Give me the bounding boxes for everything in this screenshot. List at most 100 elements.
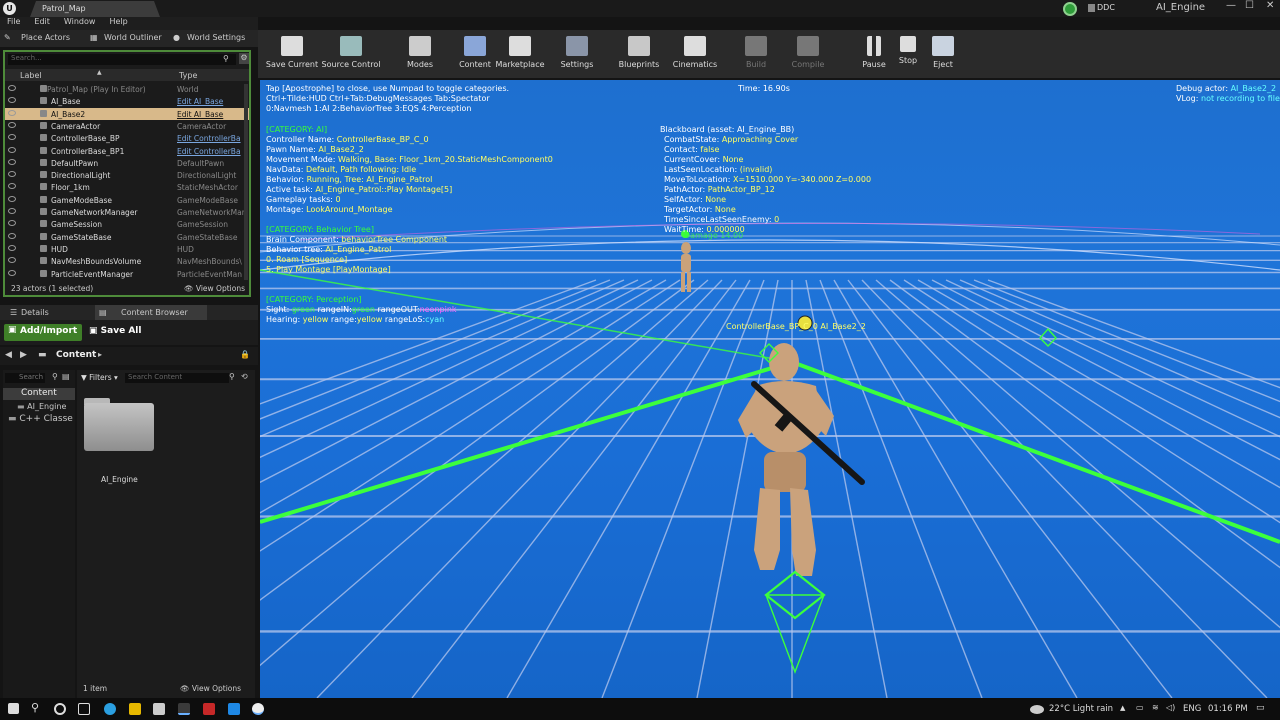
tab-content-browser[interactable]: ▤ Content Browser <box>95 305 207 320</box>
row-type[interactable]: Edit ControllerBa <box>177 147 245 156</box>
game-viewport[interactable]: Tap [Apostrophe] to close, use Numpad to… <box>260 80 1280 698</box>
terminal-icon[interactable] <box>178 703 190 715</box>
wifi-icon[interactable]: ≋ <box>1152 703 1159 712</box>
cb-view-options-button[interactable]: 👁 View Options <box>180 684 241 693</box>
visibility-eye-icon[interactable] <box>8 134 16 141</box>
outliner-row[interactable]: ControllerBase_BP1 Edit ControllerBa <box>5 145 249 157</box>
edge-icon[interactable] <box>104 703 116 715</box>
outliner-row[interactable]: GameNetworkManager GameNetworkMan <box>5 206 249 218</box>
tree-search-input[interactable]: Search <box>5 373 45 383</box>
save-all-button[interactable]: ▣ Save All <box>89 326 141 336</box>
tree-item-cpp-classes[interactable]: ▬ C++ Classe <box>8 414 73 424</box>
app-blue-icon[interactable] <box>228 703 240 715</box>
visibility-eye-icon[interactable] <box>8 220 16 227</box>
visibility-eye-icon[interactable] <box>8 146 16 153</box>
level-tab[interactable]: Patrol_Map <box>30 1 160 17</box>
visibility-eye-icon[interactable] <box>8 158 16 165</box>
unreal-taskbar-icon[interactable] <box>252 703 264 715</box>
tray-arrow-icon[interactable]: ▲ <box>1120 704 1125 712</box>
network-icon[interactable]: ▭ <box>1136 703 1144 712</box>
menu-edit[interactable]: Edit <box>34 17 50 26</box>
unreal-logo-icon[interactable]: U <box>3 2 16 15</box>
toolbar-source-control-button[interactable]: Source Control <box>316 33 386 77</box>
outliner-settings-icon[interactable]: ⚙ <box>239 53 249 64</box>
row-type[interactable]: Edit ControllerBa <box>177 134 245 143</box>
toolbar-blueprints-button[interactable]: Blueprints <box>612 33 666 77</box>
outliner-row[interactable]: GameSession GameSession <box>5 218 249 230</box>
cortana-icon[interactable] <box>54 703 66 715</box>
toolbar-build-button[interactable]: Build <box>738 33 774 77</box>
outliner-row[interactable]: GameModeBase GameModeBase <box>5 194 249 206</box>
windows-start-icon[interactable] <box>8 703 19 714</box>
close-button[interactable]: ✕ <box>1266 0 1274 11</box>
toolbar-pause-button[interactable]: Pause <box>854 33 894 77</box>
visibility-eye-icon[interactable] <box>8 121 16 128</box>
folder-thumbnail[interactable] <box>84 403 154 451</box>
outliner-row[interactable]: Patrol_Map (Play In Editor) World <box>5 83 249 95</box>
toolbar-marketplace-button[interactable]: Marketplace <box>492 33 548 77</box>
visibility-eye-icon[interactable] <box>8 257 16 264</box>
visibility-eye-icon[interactable] <box>8 244 16 251</box>
outliner-row[interactable]: ParticleEventManager ParticleEventMan <box>5 268 249 280</box>
tab-world-outliner[interactable]: World Outliner <box>104 33 162 42</box>
col-label-header[interactable]: Label <box>20 71 42 80</box>
lock-icon[interactable]: 🔒 <box>240 350 250 359</box>
menu-file[interactable]: File <box>7 17 20 26</box>
path-chevron-icon[interactable]: ▸ <box>98 350 102 359</box>
row-type[interactable]: Edit AI_Base <box>177 97 245 106</box>
store-icon[interactable] <box>153 703 165 715</box>
menu-help[interactable]: Help <box>109 17 127 26</box>
menu-window[interactable]: Window <box>64 17 96 26</box>
visibility-eye-icon[interactable] <box>8 109 16 116</box>
file-explorer-icon[interactable] <box>129 703 141 715</box>
outliner-row[interactable]: DefaultPawn DefaultPawn <box>5 157 249 169</box>
weather-text[interactable]: 22°C Light rain <box>1049 704 1113 714</box>
outliner-view-options-button[interactable]: 👁 View Options <box>184 284 245 293</box>
visibility-eye-icon[interactable] <box>8 85 16 91</box>
tree-item-content[interactable]: Content <box>3 388 75 400</box>
outliner-row[interactable]: AI_Base Edit AI_Base <box>5 95 249 107</box>
visibility-eye-icon[interactable] <box>8 232 16 239</box>
toolbar-settings-button[interactable]: Settings <box>552 33 602 77</box>
toolbar-save-current-button[interactable]: Save Current <box>262 33 322 77</box>
visibility-eye-icon[interactable] <box>8 269 16 276</box>
language-indicator[interactable]: ENG <box>1183 704 1201 714</box>
outliner-row[interactable]: GameStateBase GameStateBase <box>5 231 249 243</box>
outliner-scrollbar[interactable] <box>244 84 248 280</box>
outliner-row[interactable]: Floor_1km StaticMeshActor <box>5 181 249 193</box>
visibility-eye-icon[interactable] <box>8 208 16 214</box>
toolbar-eject-button[interactable]: Eject <box>924 33 962 77</box>
filters-button[interactable]: ▼ Filters ▾ <box>81 373 118 382</box>
app-red-icon[interactable] <box>203 703 215 715</box>
toolbar-stop-button[interactable]: Stop <box>890 33 926 77</box>
source-control-status-icon[interactable] <box>1063 2 1077 16</box>
outliner-row[interactable]: ControllerBase_BP Edit ControllerBa <box>5 132 249 144</box>
tab-details[interactable]: Details <box>21 308 49 317</box>
minimize-button[interactable]: — <box>1226 0 1236 11</box>
visibility-eye-icon[interactable] <box>8 183 16 190</box>
col-type-header[interactable]: Type <box>179 71 197 80</box>
list-icon[interactable]: ▤ <box>62 372 70 381</box>
visibility-eye-icon[interactable] <box>8 171 16 178</box>
maximize-button[interactable]: ☐ <box>1245 0 1254 11</box>
outliner-row[interactable]: DirectionalLight DirectionalLight <box>5 169 249 181</box>
outliner-row[interactable]: HUD HUD <box>5 243 249 255</box>
path-content[interactable]: Content <box>56 350 96 360</box>
tab-world-settings[interactable]: World Settings <box>187 33 245 42</box>
visibility-eye-icon[interactable] <box>8 97 16 104</box>
forward-arrow-icon[interactable]: ▶ <box>20 350 27 360</box>
toolbar-cinematics-button[interactable]: Cinematics <box>668 33 722 77</box>
history-icon[interactable]: ⟲ <box>241 372 248 381</box>
task-view-icon[interactable] <box>78 703 90 715</box>
toolbar-compile-button[interactable]: Compile <box>786 33 830 77</box>
outliner-search-input[interactable]: Search... <box>8 54 236 65</box>
tree-item-ai-engine[interactable]: ▬ AI_Engine <box>17 402 66 411</box>
outliner-row[interactable]: CameraActor CameraActor <box>5 120 249 132</box>
outliner-row[interactable]: NavMeshBoundsVolume NavMeshBounds\ <box>5 255 249 267</box>
row-type[interactable]: Edit AI_Base <box>177 110 245 119</box>
toolbar-modes-button[interactable]: Modes <box>398 33 442 77</box>
visibility-eye-icon[interactable] <box>8 195 16 202</box>
outliner-row[interactable]: AI_Base2 Edit AI_Base <box>5 107 249 120</box>
content-search-input[interactable]: Search Content <box>125 373 229 383</box>
tab-place-actors[interactable]: Place Actors <box>21 33 70 42</box>
